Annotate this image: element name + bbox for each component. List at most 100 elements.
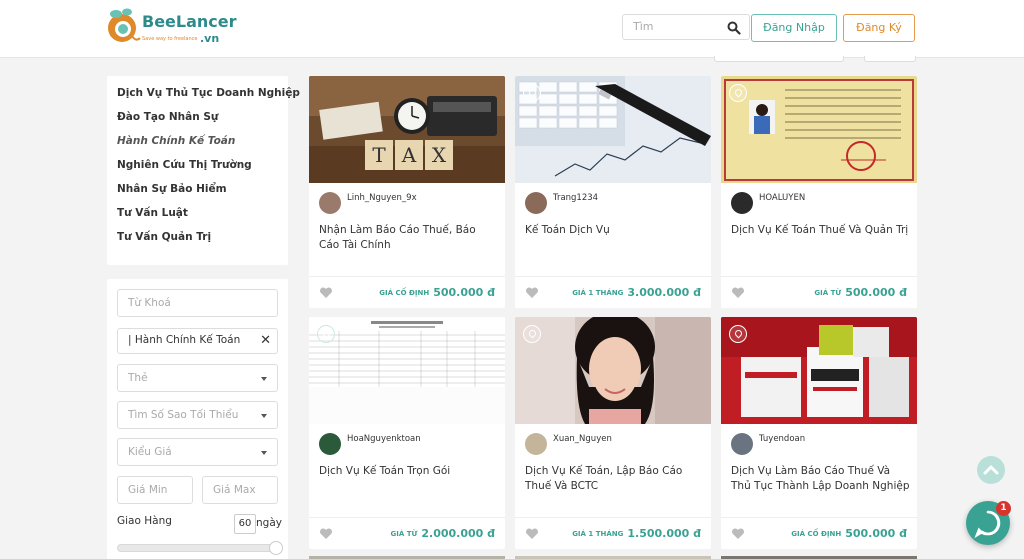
service-image[interactable]: T A X bbox=[309, 76, 505, 183]
seller-name[interactable]: HoaNguyenktoan bbox=[347, 434, 421, 444]
card-divider bbox=[515, 517, 711, 518]
price-value: 500.000 đ bbox=[845, 527, 907, 540]
card-divider bbox=[721, 517, 917, 518]
logo-suffix: .vn bbox=[200, 32, 220, 45]
heart-icon[interactable] bbox=[525, 528, 539, 540]
sort-dropdown-edge[interactable] bbox=[714, 56, 844, 62]
price-label: GIÁ TỪ bbox=[390, 530, 418, 538]
min-stars-select[interactable]: Tìm Số Sao Tối Thiểu bbox=[117, 401, 278, 429]
pen-chart-image bbox=[515, 76, 711, 183]
scroll-to-top-button[interactable] bbox=[977, 456, 1005, 484]
seller-name[interactable]: HOALUYEN bbox=[759, 193, 805, 203]
category-item[interactable]: Nghiên Cứu Thị Trường bbox=[117, 159, 252, 171]
register-button[interactable]: Đăng Ký bbox=[843, 14, 915, 42]
logo-name: BeeLancer bbox=[142, 12, 237, 31]
svg-text:X: X bbox=[432, 143, 447, 167]
heart-icon[interactable] bbox=[731, 287, 745, 299]
price-label: GIÁ 1 THÁNG bbox=[572, 530, 624, 538]
seller-name[interactable]: Xuan_Nguyen bbox=[553, 434, 612, 444]
service-image[interactable] bbox=[309, 317, 505, 424]
chat-notification-badge: 1 bbox=[996, 501, 1011, 516]
service-price: GIÁ 1 THÁNG 1.500.000 đ bbox=[572, 527, 701, 540]
service-title[interactable]: Dịch Vụ Làm Báo Cáo Thuế Và Thủ Tục Thàn… bbox=[731, 464, 911, 494]
category-item[interactable]: Dịch Vụ Thủ Tục Doanh Nghiệp bbox=[117, 87, 300, 99]
service-title[interactable]: Nhận Làm Báo Cáo Thuế, Báo Cáo Tài Chính bbox=[319, 223, 499, 253]
service-card[interactable]: Xuan_Nguyen Dịch Vụ Kế Toán, Lập Báo Cáo… bbox=[515, 317, 711, 549]
heart-icon[interactable] bbox=[525, 287, 539, 299]
service-title[interactable]: Kế Toán Dịch Vụ bbox=[525, 223, 705, 238]
svg-text:A: A bbox=[401, 143, 417, 167]
service-card[interactable]: HOALUYEN Dịch Vụ Kế Toán Thuế Và Quản Tr… bbox=[721, 76, 917, 308]
location-pin-icon bbox=[523, 84, 541, 102]
caret-down-icon bbox=[261, 451, 267, 455]
search-icon[interactable] bbox=[727, 21, 741, 35]
service-image[interactable] bbox=[721, 76, 917, 183]
heart-icon[interactable] bbox=[319, 287, 333, 299]
service-title[interactable]: Dịch Vụ Kế Toán, Lập Báo Cáo Thuế Và BCT… bbox=[525, 464, 705, 494]
service-price: GIÁ CỐ ĐỊNH 500.000 đ bbox=[791, 527, 907, 540]
card-divider bbox=[515, 276, 711, 277]
avatar[interactable] bbox=[731, 433, 753, 455]
tag-select[interactable]: Thẻ bbox=[117, 364, 278, 392]
service-card[interactable]: Tuyendoan Dịch Vụ Làm Báo Cáo Thuế Và Th… bbox=[721, 317, 917, 549]
category-item[interactable]: Tư Vấn Luật bbox=[117, 207, 188, 219]
svg-text:T: T bbox=[372, 143, 386, 167]
delivery-slider-thumb[interactable] bbox=[269, 541, 283, 555]
delivery-days-input[interactable]: 60 bbox=[234, 514, 256, 534]
seller-name[interactable]: Linh_Nguyen_9x bbox=[347, 193, 417, 203]
avatar[interactable] bbox=[731, 192, 753, 214]
price-value: 3.000.000 đ bbox=[627, 286, 701, 299]
service-card[interactable]: T A X Linh_Nguyen_9x Nhận Làm Báo Cáo Th… bbox=[309, 76, 505, 308]
service-price: GIÁ CỐ ĐỊNH 500.000 đ bbox=[379, 286, 495, 299]
service-title[interactable]: Dịch Vụ Kế Toán Trọn Gói bbox=[319, 464, 499, 479]
category-item-active[interactable]: Hành Chính Kế Toán bbox=[117, 135, 235, 147]
service-image[interactable] bbox=[515, 76, 711, 183]
search-box[interactable] bbox=[622, 14, 750, 40]
boxes-image bbox=[721, 317, 917, 424]
avatar[interactable] bbox=[319, 192, 341, 214]
clear-tag-icon[interactable]: ✕ bbox=[260, 333, 271, 348]
top-header: BeeLancer .vn Save way to freelance Đăng… bbox=[0, 0, 1024, 58]
price-label: GIÁ CỐ ĐỊNH bbox=[791, 530, 842, 538]
avatar[interactable] bbox=[319, 433, 341, 455]
chevron-up-icon bbox=[983, 465, 999, 475]
min-stars-label: Tìm Số Sao Tối Thiểu bbox=[128, 409, 239, 421]
service-card[interactable]: HoaNguyenktoan Dịch Vụ Kế Toán Trọn Gói … bbox=[309, 317, 505, 549]
category-item[interactable]: Đào Tạo Nhân Sự bbox=[117, 111, 218, 123]
price-label: GIÁ TỪ bbox=[814, 289, 842, 297]
category-tag-field[interactable]: | Hành Chính Kế Toán ✕ bbox=[117, 328, 278, 354]
caret-down-icon bbox=[261, 414, 267, 418]
service-title[interactable]: Dịch Vụ Kế Toán Thuế Và Quản Trị bbox=[731, 223, 911, 238]
service-price: GIÁ TỪ 2.000.000 đ bbox=[391, 527, 495, 540]
price-type-select[interactable]: Kiểu Giá bbox=[117, 438, 278, 466]
spreadsheet-image bbox=[309, 317, 505, 424]
beelancer-logo[interactable]: BeeLancer .vn Save way to freelance bbox=[106, 4, 237, 50]
service-image[interactable] bbox=[515, 317, 711, 424]
login-button[interactable]: Đăng Nhập bbox=[751, 14, 837, 42]
delivery-slider-track[interactable] bbox=[117, 544, 281, 552]
price-value: 500.000 đ bbox=[433, 286, 495, 299]
price-min-input[interactable]: Giá Min bbox=[117, 476, 193, 504]
category-tag-label: | Hành Chính Kế Toán bbox=[128, 334, 241, 346]
price-value: 2.000.000 đ bbox=[421, 527, 495, 540]
price-label: GIÁ 1 THÁNG bbox=[572, 289, 624, 297]
location-pin-icon bbox=[729, 84, 747, 102]
heart-icon[interactable] bbox=[731, 528, 745, 540]
avatar[interactable] bbox=[525, 192, 547, 214]
heart-icon[interactable] bbox=[319, 528, 333, 540]
keyword-input[interactable]: Từ Khoá bbox=[117, 289, 278, 317]
avatar[interactable] bbox=[525, 433, 547, 455]
service-card[interactable]: Trang1234 Kế Toán Dịch Vụ GIÁ 1 THÁNG 3.0… bbox=[515, 76, 711, 308]
category-item[interactable]: Tư Vấn Quản Trị bbox=[117, 231, 211, 243]
price-max-input[interactable]: Giá Max bbox=[202, 476, 278, 504]
card-divider bbox=[309, 276, 505, 277]
seller-name[interactable]: Tuyendoan bbox=[759, 434, 805, 444]
seller-name[interactable]: Trang1234 bbox=[553, 193, 598, 203]
caret-down-icon bbox=[261, 377, 267, 381]
search-input[interactable] bbox=[633, 20, 723, 33]
price-type-label: Kiểu Giá bbox=[128, 446, 172, 458]
location-pin-icon bbox=[523, 325, 541, 343]
service-image[interactable] bbox=[721, 317, 917, 424]
category-item[interactable]: Nhân Sự Bảo Hiểm bbox=[117, 183, 227, 195]
view-toggle-edge[interactable] bbox=[864, 56, 916, 62]
